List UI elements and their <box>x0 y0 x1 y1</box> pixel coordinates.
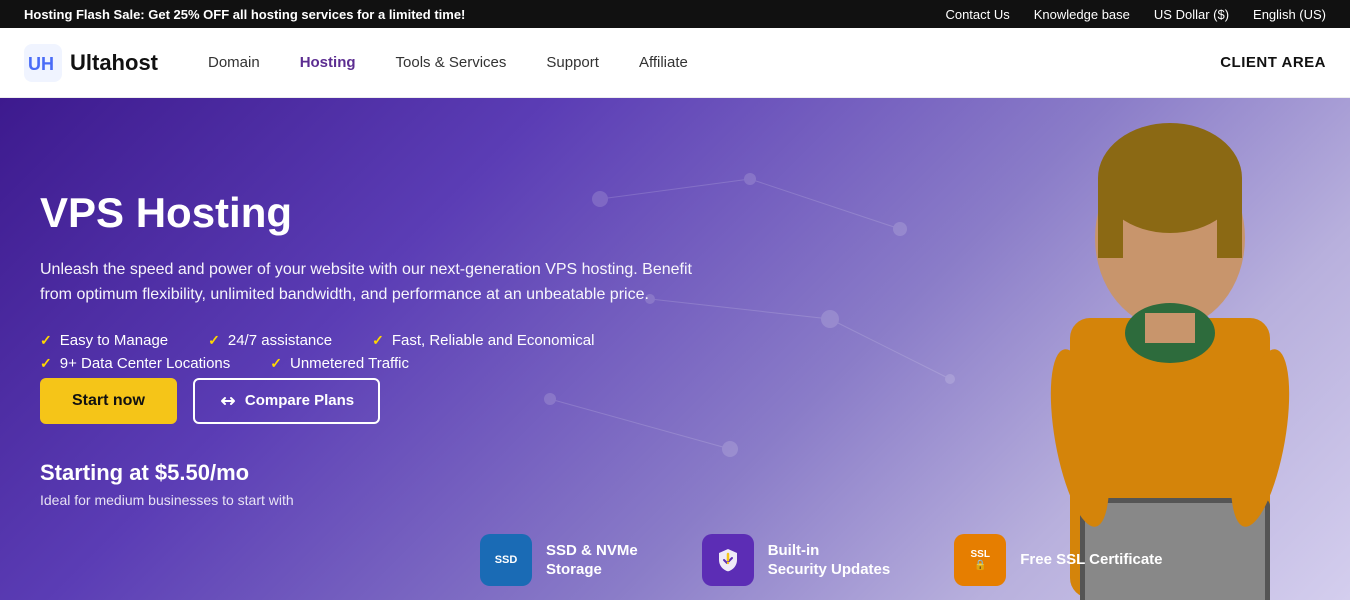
feature-label-5: Unmetered Traffic <box>290 355 409 372</box>
ssl-text: Free SSL Certificate <box>1020 550 1162 570</box>
hero-features-row2: ✓ 9+ Data Center Locations ✓ Unmetered T… <box>40 355 720 372</box>
promo-text: Hosting Flash Sale: Get 25% OFF all host… <box>24 7 465 22</box>
ssl-icon: SSL🔒 <box>954 534 1006 586</box>
compare-plans-button[interactable]: Compare Plans <box>193 378 380 424</box>
check-icon-2: ✓ <box>208 332 220 349</box>
hero-starting-sub: Ideal for medium businesses to start wit… <box>40 492 720 508</box>
hero-title: VPS Hosting <box>40 190 720 236</box>
security-text: Built-inSecurity Updates <box>768 541 891 580</box>
feature-label-3: Fast, Reliable and Economical <box>392 332 595 349</box>
hero-description: Unleash the speed and power of your webs… <box>40 257 720 308</box>
feature-label-2: 24/7 assistance <box>228 332 332 349</box>
currency-selector[interactable]: US Dollar ($) <box>1154 7 1229 22</box>
feature-label-4: 9+ Data Center Locations <box>60 355 231 372</box>
logo-icon: UH <box>24 44 62 82</box>
ssd-icon: SSD <box>480 534 532 586</box>
nav-item-hosting[interactable]: Hosting <box>282 46 374 79</box>
feature-fast-reliable: ✓ Fast, Reliable and Economical <box>372 332 594 349</box>
security-icon <box>702 534 754 586</box>
client-area-button[interactable]: CLIENT AREA <box>1220 54 1326 71</box>
contact-us-link[interactable]: Contact Us <box>945 7 1009 22</box>
feature-data-centers: ✓ 9+ Data Center Locations <box>40 355 230 372</box>
hero-starting-price: Starting at $5.50/mo <box>40 460 720 486</box>
nav-item-affiliate[interactable]: Affiliate <box>621 46 706 79</box>
nav-links: Domain Hosting Tools & Services Support … <box>190 46 1220 79</box>
check-icon-3: ✓ <box>372 332 384 349</box>
hero-section: VPS Hosting Unleash the speed and power … <box>0 98 1350 600</box>
feature-247: ✓ 24/7 assistance <box>208 332 332 349</box>
strip-container: SSD SSD & NVMeStorage Built-inSecurity U… <box>0 522 1195 598</box>
logo-text: Ultahost <box>70 50 158 76</box>
check-icon-1: ✓ <box>40 332 52 349</box>
hero-buttons: Start now Compare Plans <box>40 378 720 424</box>
hero-features: ✓ Easy to Manage ✓ 24/7 assistance ✓ Fas… <box>40 332 720 349</box>
feature-unmetered: ✓ Unmetered Traffic <box>270 355 409 372</box>
knowledge-base-link[interactable]: Knowledge base <box>1034 7 1130 22</box>
strip-ssl: SSL🔒 Free SSL Certificate <box>954 522 1194 598</box>
nav-item-tools[interactable]: Tools & Services <box>378 46 525 79</box>
compare-icon <box>219 392 237 410</box>
top-bar-right: Contact Us Knowledge base US Dollar ($) … <box>945 7 1326 22</box>
strip-ssd: SSD SSD & NVMeStorage <box>480 522 670 598</box>
start-now-button[interactable]: Start now <box>40 378 177 424</box>
hero-content: VPS Hosting Unleash the speed and power … <box>0 190 760 507</box>
language-selector[interactable]: English (US) <box>1253 7 1326 22</box>
top-bar: Hosting Flash Sale: Get 25% OFF all host… <box>0 0 1350 28</box>
check-icon-4: ✓ <box>40 355 52 372</box>
logo[interactable]: UH Ultahost <box>24 44 158 82</box>
check-icon-5: ✓ <box>270 355 282 372</box>
shield-icon <box>714 546 742 574</box>
compare-plans-label: Compare Plans <box>245 392 354 409</box>
strip-security: Built-inSecurity Updates <box>702 522 923 598</box>
ssd-text: SSD & NVMeStorage <box>546 541 638 580</box>
nav-item-support[interactable]: Support <box>528 46 617 79</box>
feature-label-1: Easy to Manage <box>60 332 168 349</box>
nav-item-domain[interactable]: Domain <box>190 46 278 79</box>
navbar: UH Ultahost Domain Hosting Tools & Servi… <box>0 28 1350 98</box>
bottom-strip: SSD SSD & NVMeStorage Built-inSecurity U… <box>0 520 1350 600</box>
svg-text:UH: UH <box>28 54 54 74</box>
feature-easy-manage: ✓ Easy to Manage <box>40 332 168 349</box>
